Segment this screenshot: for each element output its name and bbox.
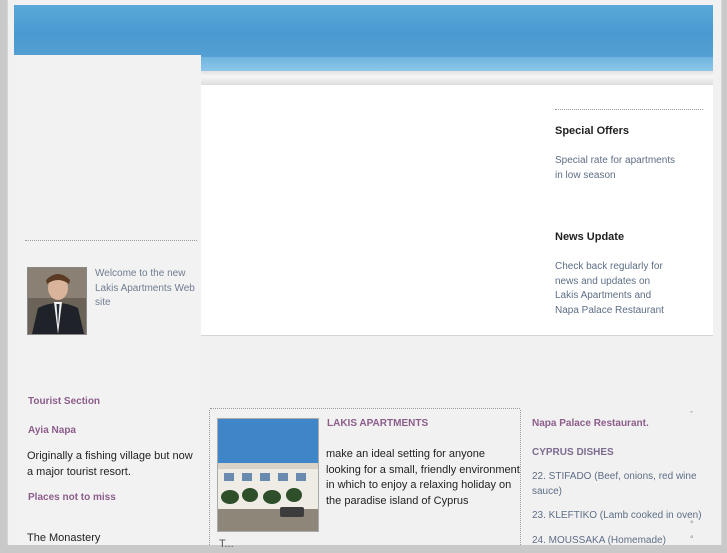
restaurant-title[interactable]: Napa Palace Restaurant.: [532, 418, 649, 429]
lakis-apartments-description: make an ideal setting for anyone looking…: [326, 448, 520, 507]
bullet-icon: °: [690, 534, 694, 544]
ayia-napa-heading[interactable]: Ayia Napa: [28, 425, 76, 436]
column-divider: [520, 410, 521, 545]
divider-dotted: [555, 109, 703, 110]
tourist-section-heading[interactable]: Tourist Section: [28, 396, 100, 407]
place-item[interactable]: The Monastery: [27, 531, 100, 547]
divider-dotted: [210, 408, 520, 409]
menu-item: 24. MOUSSAKA (Homemade): [532, 535, 666, 546]
avatar: [27, 267, 87, 335]
apartment-building-image: [218, 419, 318, 531]
news-update-title: News Update: [555, 231, 625, 243]
welcome-text: Welcome to the new Lakis Apartments Web …: [95, 268, 195, 308]
menu-item: 22. STIFADO (Beef, onions, red wine sauc…: [532, 471, 697, 497]
ayia-napa-description: Originally a fishing village but now a m…: [27, 450, 193, 478]
menu-item: 23. KLEFTIKO (Lamb cooked in oven): [532, 510, 702, 521]
special-offers-text[interactable]: Special rate for apartments in low seaso…: [555, 154, 685, 183]
apartments-photo: [217, 418, 319, 532]
scroll-up-icon[interactable]: ˆ: [690, 410, 693, 420]
lakis-apartments-title[interactable]: LAKIS APARTMENTS: [327, 418, 428, 429]
man-in-suit-photo: [28, 268, 86, 334]
column-divider: [209, 410, 210, 545]
places-not-to-miss-heading[interactable]: Places not to miss: [28, 492, 116, 503]
special-offers-title: Special Offers: [555, 125, 629, 137]
nav-bar: [201, 71, 713, 85]
divider-dotted: [25, 240, 197, 241]
cyprus-dishes-heading: CYPRUS DISHES: [532, 447, 614, 458]
news-update-text[interactable]: Check back regularly for news and update…: [555, 260, 675, 318]
bullet-icon: °: [690, 519, 694, 529]
